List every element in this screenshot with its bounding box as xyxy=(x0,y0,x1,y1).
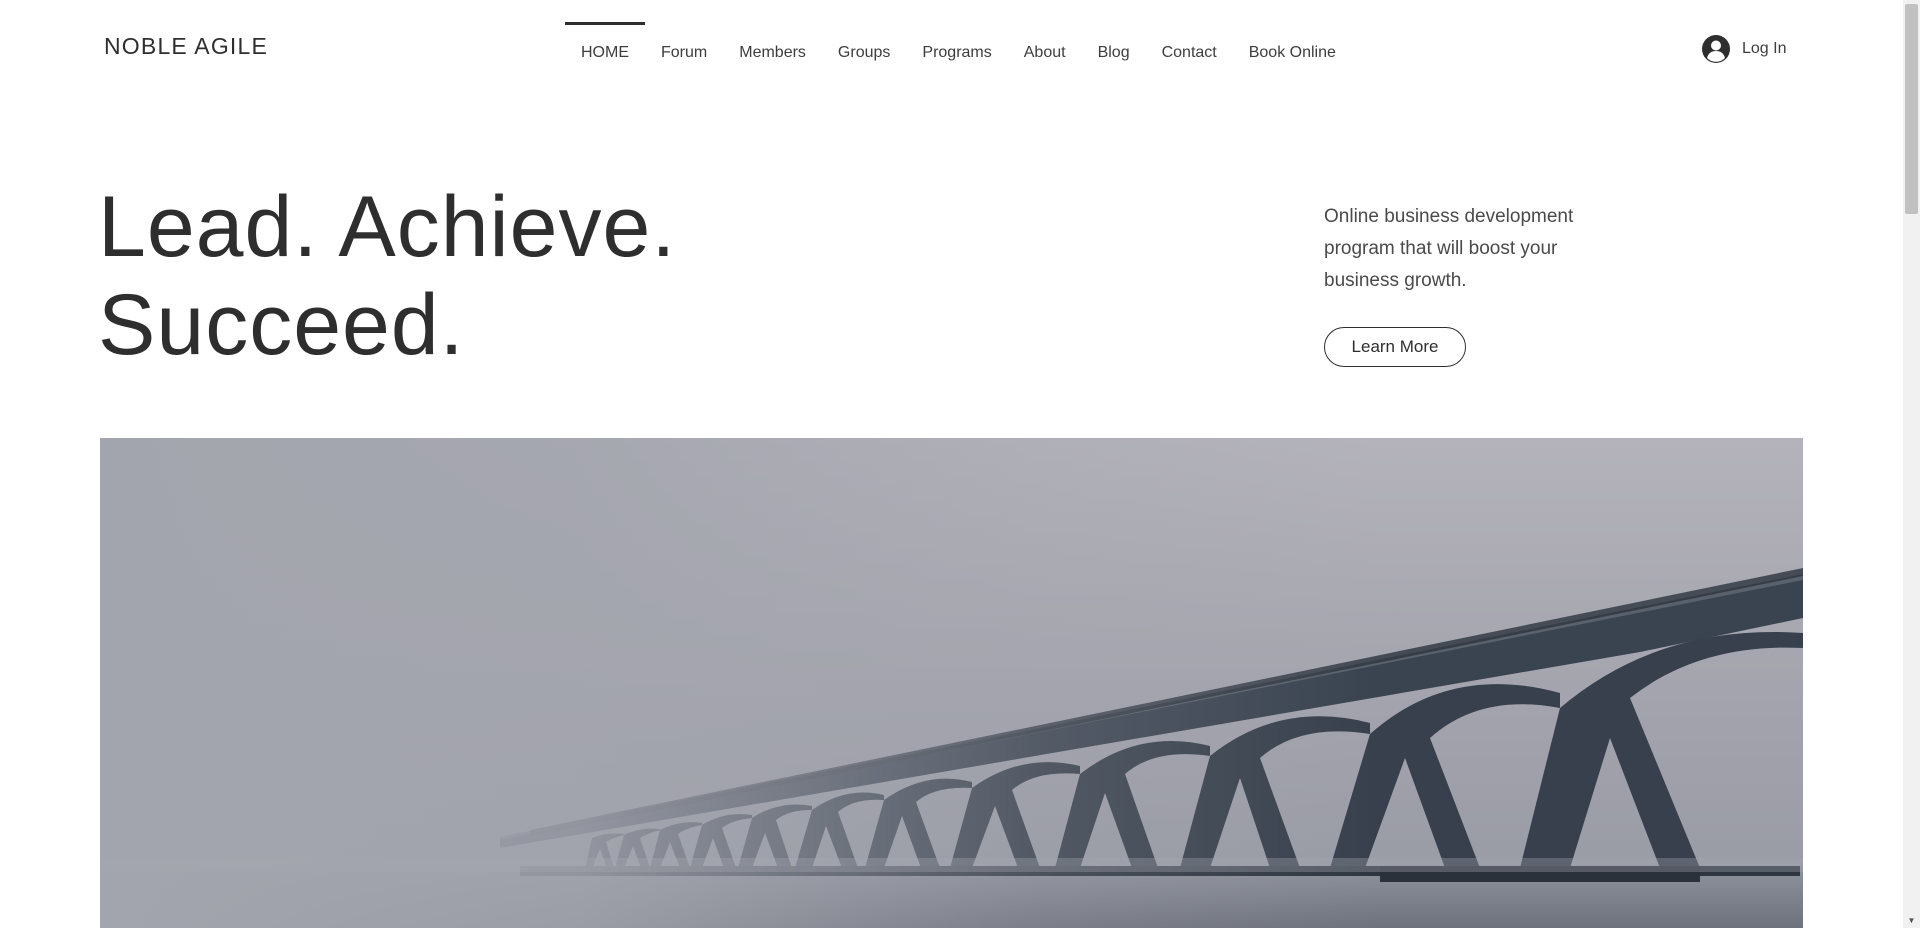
hero-description: Online business development program that… xyxy=(1324,206,1574,291)
bridge-in-fog-image xyxy=(100,438,1803,928)
scrollbar[interactable]: ▲ ▼ xyxy=(1903,0,1920,928)
nav-item-groups[interactable]: Groups xyxy=(822,22,906,72)
hero-title: Lead. Achieve. Succeed. xyxy=(98,178,676,374)
nav-item-forum[interactable]: Forum xyxy=(645,22,723,72)
nav-item-members[interactable]: Members xyxy=(723,22,822,72)
site-logo[interactable]: NOBLE AGILE xyxy=(104,33,268,60)
hero-image xyxy=(100,438,1803,928)
nav-item-blog[interactable]: Blog xyxy=(1082,22,1146,72)
nav-item-contact[interactable]: Contact xyxy=(1146,22,1233,72)
nav-item-home[interactable]: HOME xyxy=(565,22,645,72)
login-label: Log In xyxy=(1742,40,1787,57)
main-nav: HOME Forum Members Groups Programs About… xyxy=(565,22,1352,72)
nav-item-programs[interactable]: Programs xyxy=(906,22,1007,72)
page: NOBLE AGILE HOME Forum Members Groups Pr… xyxy=(0,0,1920,928)
nav-item-book-online[interactable]: Book Online xyxy=(1233,22,1352,72)
scroll-thumb[interactable] xyxy=(1905,4,1918,214)
learn-more-button[interactable]: Learn More xyxy=(1324,327,1466,367)
user-avatar-icon xyxy=(1702,35,1730,63)
hero-title-line-1: Lead. Achieve. xyxy=(98,179,677,275)
nav-item-about[interactable]: About xyxy=(1008,22,1082,72)
hero-title-line-2: Succeed. xyxy=(98,277,465,373)
scroll-down-icon[interactable]: ▼ xyxy=(1903,914,1920,928)
login-button[interactable]: Log In xyxy=(1702,35,1786,63)
